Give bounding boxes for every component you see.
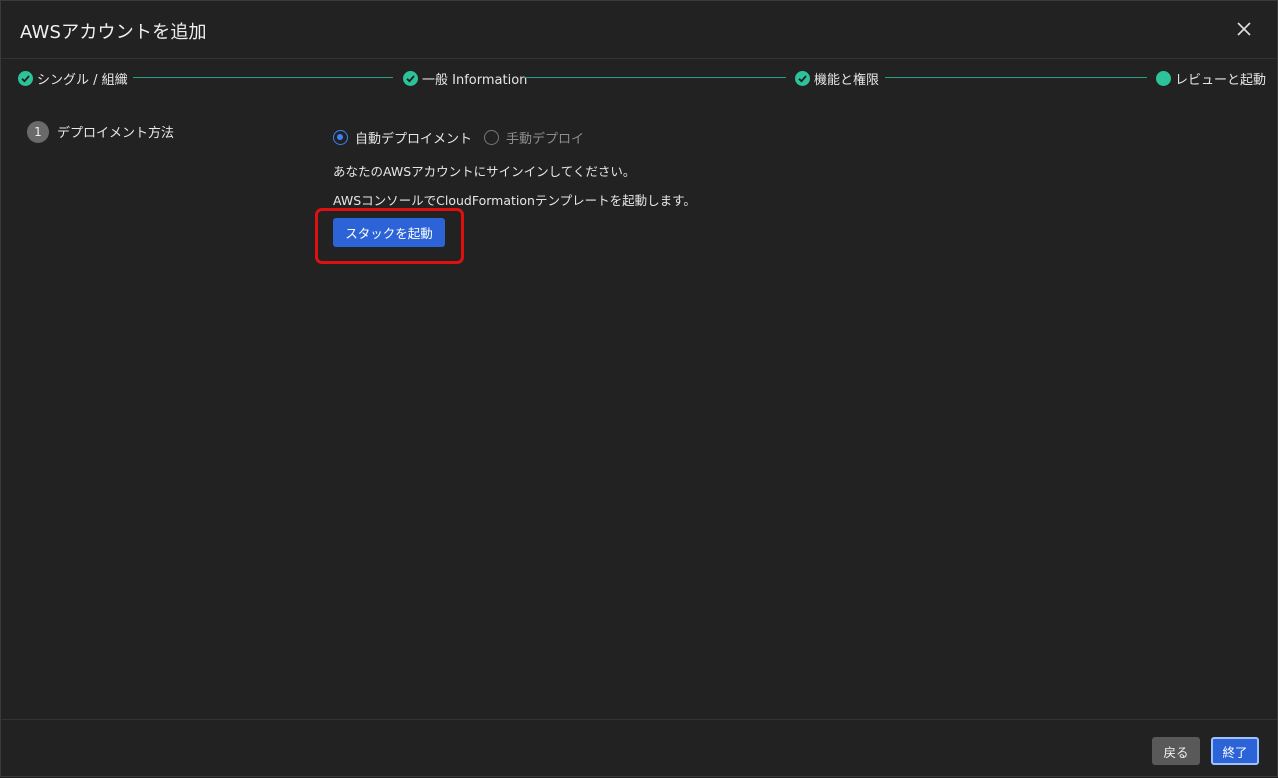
wizard-stepper: シングル / 組織 一般 Information 機能と権限 レビューと起動 bbox=[1, 59, 1277, 97]
check-icon bbox=[18, 70, 33, 86]
step-label: 一般 Information bbox=[422, 72, 528, 88]
auto-deploy-radio[interactable] bbox=[333, 130, 348, 145]
dialog-footer: 戻る 終了 bbox=[1, 719, 1277, 778]
section-number-badge: 1 bbox=[27, 121, 49, 143]
auto-deploy-label[interactable]: 自動デプロイメント bbox=[355, 128, 472, 147]
step-connector bbox=[133, 77, 393, 78]
step-review-launch[interactable]: レビューと起動 bbox=[1156, 69, 1267, 88]
check-icon bbox=[403, 70, 418, 86]
dialog-header: AWSアカウントを追加 bbox=[1, 1, 1277, 59]
dialog-title: AWSアカウントを追加 bbox=[20, 22, 207, 43]
step-label: レビューと起動 bbox=[1175, 72, 1267, 88]
signin-instruction: あなたのAWSアカウントにサインインしてください。 bbox=[333, 164, 636, 179]
manual-deploy-radio[interactable] bbox=[484, 130, 500, 145]
back-button[interactable]: 戻る bbox=[1152, 737, 1200, 765]
deployment-method-radio-group: 自動デプロイメント 手動デプロイ bbox=[333, 128, 596, 147]
step-single-organization[interactable]: シングル / 組織 bbox=[18, 69, 128, 88]
section-title: デプロイメント方法 bbox=[57, 126, 175, 141]
step-general-information[interactable]: 一般 Information bbox=[403, 69, 528, 88]
step-label: 機能と権限 bbox=[814, 72, 880, 88]
manual-deploy-label[interactable]: 手動デプロイ bbox=[506, 128, 584, 147]
check-icon bbox=[795, 70, 810, 86]
step-label: シングル / 組織 bbox=[37, 72, 128, 88]
cloudformation-instruction: AWSコンソールでCloudFormationテンプレートを起動します。 bbox=[333, 193, 696, 208]
step-connector bbox=[524, 77, 786, 78]
finish-button[interactable]: 終了 bbox=[1211, 737, 1259, 765]
add-aws-account-dialog: AWSアカウントを追加 シングル / 組織 一般 Information 機能と… bbox=[0, 0, 1278, 777]
step-connector bbox=[885, 77, 1147, 78]
launch-stack-button[interactable]: スタックを起動 bbox=[333, 218, 445, 247]
step-features-permissions[interactable]: 機能と権限 bbox=[795, 69, 880, 88]
current-step-icon bbox=[1156, 70, 1171, 86]
close-icon[interactable] bbox=[1233, 18, 1255, 40]
